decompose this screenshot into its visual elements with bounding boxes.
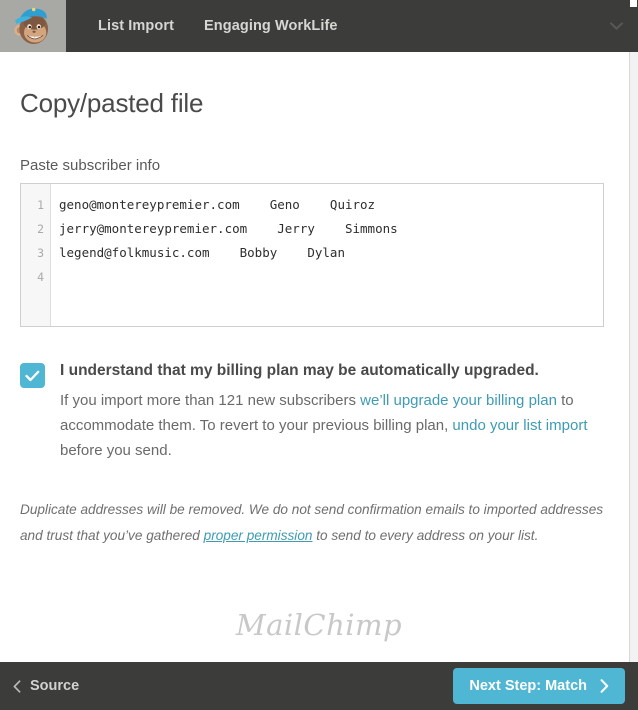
code-line: legend@folkmusic.com Bobby Dylan (59, 245, 345, 260)
billing-consent-text: I understand that my billing plan may be… (60, 361, 618, 463)
disclaimer-part2: to send to every address on your list. (312, 528, 539, 543)
code-line: geno@montereypremier.com Geno Quiroz (59, 197, 376, 212)
line-number: 1 (37, 198, 44, 212)
code-line: jerry@montereypremier.com Jerry Simmons (59, 221, 398, 236)
header-nav-links: List Import Engaging WorkLife (66, 0, 594, 52)
chevron-right-icon (600, 679, 609, 693)
line-number-gutter: 1 2 3 4 (21, 184, 51, 326)
next-step-match-label: Next Step: Match (469, 678, 587, 694)
next-step-match-button[interactable]: Next Step: Match (453, 668, 625, 704)
mailchimp-list-import-page: List Import Engaging WorkLife Copy/paste… (0, 0, 638, 710)
bottom-action-bar: Source Next Step: Match (0, 662, 638, 710)
main-content: Copy/pasted file Paste subscriber info 1… (0, 52, 638, 662)
billing-consent-title: I understand that my billing plan may be… (60, 362, 539, 379)
billing-consent-checkbox[interactable] (20, 363, 45, 388)
back-to-source-label: Source (30, 678, 80, 694)
nav-link-list-import[interactable]: List Import (98, 18, 174, 34)
upgrade-billing-plan-link[interactable]: we’ll upgrade your billing plan (360, 392, 557, 409)
page-title: Copy/pasted file (20, 88, 204, 118)
subscriber-paste-editor[interactable]: 1 2 3 4 geno@montereypremier.com Geno Qu… (20, 183, 604, 327)
back-to-source-link[interactable]: Source (13, 678, 79, 694)
mailchimp-wordmark-wrap: MailChimp (0, 608, 638, 642)
page-scrollbar-track[interactable] (629, 52, 638, 662)
subscriber-text-input[interactable]: geno@montereypremier.com Geno Quiroz jer… (51, 184, 603, 326)
checkmark-icon (25, 370, 40, 381)
mailchimp-freddie-monkey-icon (14, 7, 49, 44)
consent-body-part3: before you send. (60, 442, 172, 459)
mailchimp-wordmark: MailChimp (235, 608, 403, 642)
nav-link-engaging-worklife[interactable]: Engaging WorkLife (204, 18, 338, 34)
page-scrollbar-divider (629, 52, 630, 662)
line-number: 3 (37, 246, 44, 260)
proper-permission-link[interactable]: proper permission (204, 528, 313, 543)
undo-list-import-link[interactable]: undo your list import (452, 417, 587, 434)
import-disclaimer: Duplicate addresses will be removed. We … (20, 497, 606, 549)
page-scrollbar-thumb[interactable] (630, 0, 637, 7)
chevron-left-icon (13, 679, 21, 693)
account-menu-toggle[interactable] (594, 0, 638, 52)
line-number: 2 (37, 222, 44, 236)
chevron-down-icon (609, 22, 623, 30)
line-number: 4 (37, 270, 44, 284)
top-navigation-bar: List Import Engaging WorkLife (0, 0, 638, 52)
consent-body-part1: If you import more than 121 new subscrib… (60, 392, 361, 409)
billing-consent-block: I understand that my billing plan may be… (20, 361, 618, 463)
logo-panel[interactable] (0, 0, 66, 52)
billing-consent-body: If you import more than 121 new subscrib… (60, 388, 608, 463)
paste-subscriber-info-label: Paste subscriber info (20, 157, 161, 174)
